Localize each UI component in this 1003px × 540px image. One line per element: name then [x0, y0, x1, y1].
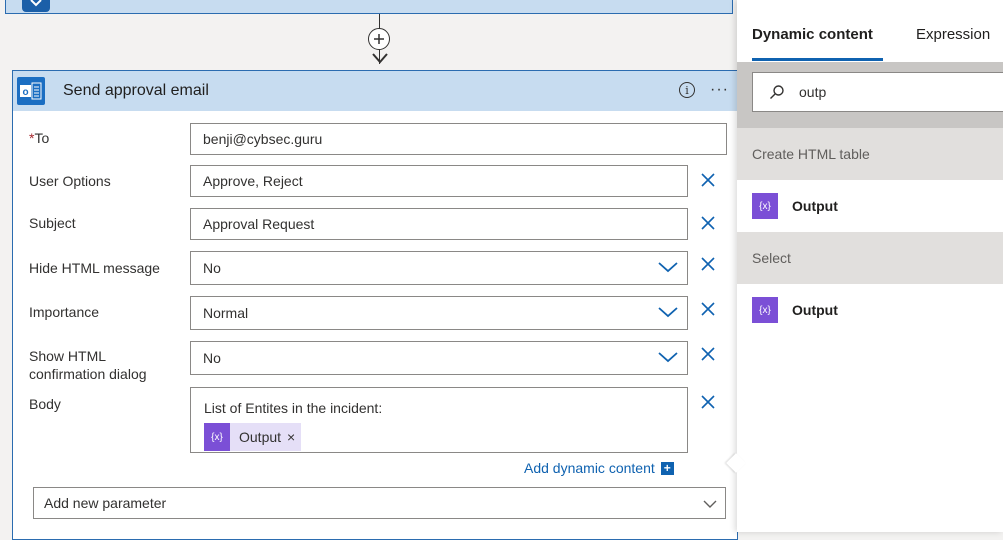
previous-step-icon: [22, 0, 50, 12]
card-title: Send approval email: [63, 82, 209, 99]
importance-value: Normal: [203, 305, 249, 321]
body-field[interactable]: List of Entites in the incident: {x} Out…: [190, 387, 688, 453]
variable-icon: {x}: [752, 297, 778, 323]
clear-user-options-icon[interactable]: [699, 171, 717, 189]
search-value: outp: [799, 84, 827, 100]
importance-select[interactable]: Normal: [190, 296, 688, 330]
token-label: Output: [239, 429, 282, 445]
outlook-icon: o: [17, 77, 45, 105]
svg-text:o: o: [22, 87, 28, 98]
hide-html-value: No: [203, 260, 221, 276]
chevron-down-icon: [658, 262, 678, 273]
show-html-label: Show HTML confirmation dialog: [29, 347, 147, 383]
clear-importance-icon[interactable]: [699, 300, 717, 318]
to-label-text: To: [34, 130, 50, 146]
active-tab-indicator: [752, 58, 883, 61]
dynamic-item-output[interactable]: {x} Output: [737, 284, 1003, 336]
variable-icon: {x}: [204, 423, 230, 451]
send-approval-email-card: o Send approval email i ··· *To benji@cy…: [12, 70, 738, 540]
body-text: List of Entites in the incident:: [204, 400, 383, 416]
show-html-select[interactable]: No: [190, 341, 688, 375]
more-options-icon[interactable]: ···: [710, 81, 729, 99]
info-icon[interactable]: i: [679, 82, 695, 98]
search-input[interactable]: outp: [752, 72, 1003, 112]
search-area: outp: [737, 62, 1003, 128]
panel-tabs: Dynamic content Expression: [737, 0, 1003, 62]
importance-label: Importance: [29, 304, 100, 320]
clear-subject-icon[interactable]: [699, 214, 717, 232]
body-label: Body: [29, 396, 61, 412]
add-new-parameter-select[interactable]: Add new parameter: [33, 487, 726, 519]
search-icon: [770, 85, 784, 99]
remove-token-icon[interactable]: ×: [287, 429, 301, 445]
section-select: Select: [737, 232, 1003, 284]
clear-hide-html-icon[interactable]: [699, 255, 717, 273]
tab-dynamic-content[interactable]: Dynamic content: [752, 26, 873, 43]
dynamic-content-panel: Dynamic content Expression outp Create H…: [737, 0, 1003, 532]
plus-icon: [374, 34, 384, 44]
chevron-down-icon: [703, 500, 717, 508]
arrow-down-icon: [372, 53, 388, 64]
tab-expression[interactable]: Expression: [916, 26, 990, 43]
show-html-label-line2: confirmation dialog: [29, 366, 147, 382]
section-create-html-table: Create HTML table: [737, 128, 1003, 180]
clear-body-icon[interactable]: [699, 393, 717, 411]
to-label: *To: [29, 129, 49, 147]
hide-html-label: Hide HTML message: [29, 260, 160, 276]
output-token[interactable]: {x} Output ×: [204, 423, 302, 451]
subject-field[interactable]: Approval Request: [190, 208, 688, 240]
add-dynamic-label: Add dynamic content: [524, 460, 655, 476]
to-field[interactable]: benji@cybsec.guru: [190, 123, 727, 155]
item-label: Output: [792, 302, 838, 318]
show-html-label-line1: Show HTML: [29, 348, 107, 364]
add-icon: +: [660, 461, 674, 475]
user-options-field[interactable]: Approve, Reject: [190, 165, 688, 197]
subject-label: Subject: [29, 215, 76, 231]
previous-step-card[interactable]: [5, 0, 733, 14]
chevron-down-icon: [658, 352, 678, 363]
add-parameter-label: Add new parameter: [44, 495, 167, 511]
card-header[interactable]: o Send approval email i ···: [13, 71, 737, 111]
insert-step-button[interactable]: [368, 28, 390, 50]
variable-icon: {x}: [752, 193, 778, 219]
dynamic-item-output[interactable]: {x} Output: [737, 180, 1003, 232]
show-html-value: No: [203, 350, 221, 366]
item-label: Output: [792, 198, 838, 214]
hide-html-select[interactable]: No: [190, 251, 688, 285]
chevron-down-icon: [658, 307, 678, 318]
add-dynamic-content-link[interactable]: Add dynamic content +: [524, 460, 674, 476]
user-options-label: User Options: [29, 173, 111, 189]
clear-show-html-icon[interactable]: [699, 345, 717, 363]
